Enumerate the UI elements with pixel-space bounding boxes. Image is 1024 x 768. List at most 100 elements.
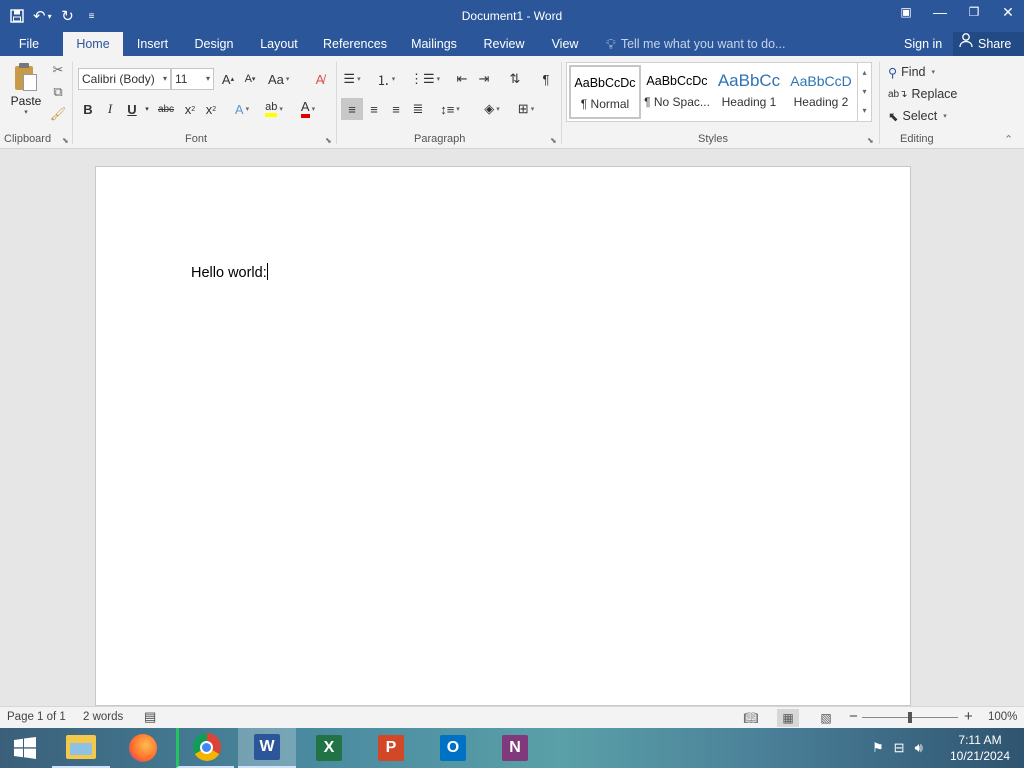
zoom-out-icon[interactable]: − [849,708,858,725]
bold-icon[interactable]: B [78,98,98,120]
find-button[interactable]: ⚲ Find ▾ [888,62,935,82]
tab-insert[interactable]: Insert [130,32,175,56]
style-no-spacing[interactable]: AaBbCcDc ¶ No Spac... [641,65,713,119]
style-heading-1[interactable]: AaBbCc Heading 1 [713,65,785,119]
taskbar-chrome[interactable] [176,728,234,768]
tab-review[interactable]: Review [480,32,528,56]
restore-icon[interactable]: ❐ [958,0,990,24]
close-icon[interactable]: ✕ [992,0,1024,24]
cut-icon[interactable]: ✂ [50,62,66,78]
align-right-icon[interactable]: ≡ [386,98,406,120]
tab-layout[interactable]: Layout [254,32,304,56]
clear-formatting-icon[interactable]: A̸ [310,68,330,90]
undo-icon[interactable]: ↶ ▾ [30,3,55,29]
select-button[interactable]: ⬉ Select ▾ [888,106,947,126]
chevron-down-icon[interactable]: ▾ [858,82,871,101]
customize-qat-icon[interactable]: ≡ [81,3,103,29]
line-spacing-icon[interactable]: ↕≡ ▾ [440,98,460,120]
paste-button[interactable]: Paste ▾ [6,62,46,124]
taskbar-powerpoint[interactable]: P [362,728,420,768]
font-color-icon[interactable]: A ▾ [298,98,318,120]
collapse-ribbon-icon[interactable]: ⌃ [1004,133,1013,146]
clipboard-launcher-icon[interactable]: ⬊ [62,136,69,145]
ribbon-display-options-icon[interactable]: ▣ [890,0,922,24]
decrease-indent-icon[interactable]: ⇤ [452,68,472,90]
sort-icon[interactable]: ⇅ [505,68,525,90]
network-icon[interactable]: ⊟ [894,740,905,756]
zoom-level[interactable]: 100% [988,711,1017,723]
align-left-icon[interactable]: ≡ [341,98,363,120]
start-button[interactable] [0,728,50,768]
increase-indent-icon[interactable]: ⇥ [474,68,494,90]
save-icon[interactable] [6,3,28,29]
person-icon [958,32,974,56]
taskbar-excel[interactable]: X [300,728,358,768]
paragraph-launcher-icon[interactable]: ⬊ [550,136,557,145]
tab-view[interactable]: View [545,32,585,56]
zoom-slider-thumb[interactable] [908,712,912,723]
read-mode-icon[interactable]: 📖︎ [740,709,762,727]
taskbar-onenote[interactable]: N [486,728,544,768]
document-body[interactable]: Hello world: [191,263,268,281]
show-formatting-marks-icon[interactable]: ¶ [536,68,556,90]
bullets-icon[interactable]: ☰ ▾ [342,68,362,90]
chevron-up-icon[interactable]: ▴ [858,63,871,82]
tab-file[interactable]: File [8,32,50,56]
clock[interactable]: 7:11 AM 10/21/2024 [940,732,1020,764]
italic-icon[interactable]: I [100,98,120,120]
clock-date: 10/21/2024 [949,749,1011,763]
proofing-icon[interactable]: ▤ [144,709,156,725]
multilevel-list-icon[interactable]: ⋮☰ ▾ [410,68,440,90]
format-painter-icon[interactable]: 🖌︎ [50,106,67,122]
taskbar: W X P O N ⚑ ⊟ 🔊︎ 7:11 AM 10/21/2024 [0,728,1024,768]
subscript-icon[interactable]: x2 [180,98,200,120]
chrome-icon [192,733,221,761]
justify-icon[interactable]: ≣ [408,98,428,120]
taskbar-outlook[interactable]: O [424,728,482,768]
web-layout-icon[interactable]: ▧ [815,709,837,727]
shading-icon[interactable]: ◈ ▾ [482,98,502,120]
style-normal[interactable]: AaBbCcDc ¶ Normal [569,65,641,119]
font-launcher-icon[interactable]: ⬊ [325,136,332,145]
numbering-icon[interactable]: ⒈ ▾ [376,68,396,90]
text-effects-icon[interactable]: A ▾ [232,98,252,120]
redo-icon[interactable]: ↻ [57,3,79,29]
chevron-down-icon[interactable]: ▾ [142,98,152,120]
replace-button[interactable]: ab↴ Replace [888,84,957,104]
taskbar-file-explorer[interactable] [52,728,110,768]
zoom-in-icon[interactable]: + [964,708,973,725]
word-count[interactable]: 2 words [83,711,123,723]
shrink-font-icon[interactable]: A ▾ [240,68,260,90]
strikethrough-icon[interactable]: abc [156,98,176,120]
superscript-icon[interactable]: x2 [201,98,221,120]
flag-icon[interactable]: ⚑ [872,740,884,756]
styles-launcher-icon[interactable]: ⬊ [867,136,874,145]
share-button[interactable]: Share [953,32,1024,56]
style-preview: AaBbCcD [790,73,852,89]
tab-references[interactable]: References [320,32,390,56]
grow-font-icon[interactable]: A ▴ [218,68,238,90]
minimize-icon[interactable]: — [924,0,956,24]
tab-home[interactable]: Home [63,32,123,56]
style-heading-2[interactable]: AaBbCcD Heading 2 [785,65,857,119]
align-center-icon[interactable]: ≡ [364,98,384,120]
font-family-combo[interactable]: Calibri (Body) ▾ [78,68,171,90]
document-page[interactable]: Hello world: [95,166,911,706]
taskbar-firefox[interactable] [114,728,172,768]
tab-mailings[interactable]: Mailings [405,32,463,56]
copy-icon[interactable]: ⧉ [50,84,66,100]
page-count[interactable]: Page 1 of 1 [7,711,66,723]
print-layout-icon[interactable]: ▦ [777,709,799,727]
underline-icon[interactable]: U [122,98,142,120]
highlight-icon[interactable]: ab ▾ [264,98,284,120]
volume-icon[interactable]: 🔊︎ [915,740,923,756]
tab-design[interactable]: Design [190,32,238,56]
taskbar-word[interactable]: W [238,728,296,768]
sign-in-link[interactable]: Sign in [904,32,942,56]
more-styles-icon[interactable]: ▾ [858,101,871,120]
change-case-button[interactable]: Aa ▾ [268,68,289,90]
folder-icon [66,735,96,759]
tell-me-box[interactable]: 💡︎ Tell me what you want to do... [606,32,785,56]
font-size-combo[interactable]: 11 ▾ [171,68,214,90]
borders-icon[interactable]: ⊞ ▾ [516,98,536,120]
